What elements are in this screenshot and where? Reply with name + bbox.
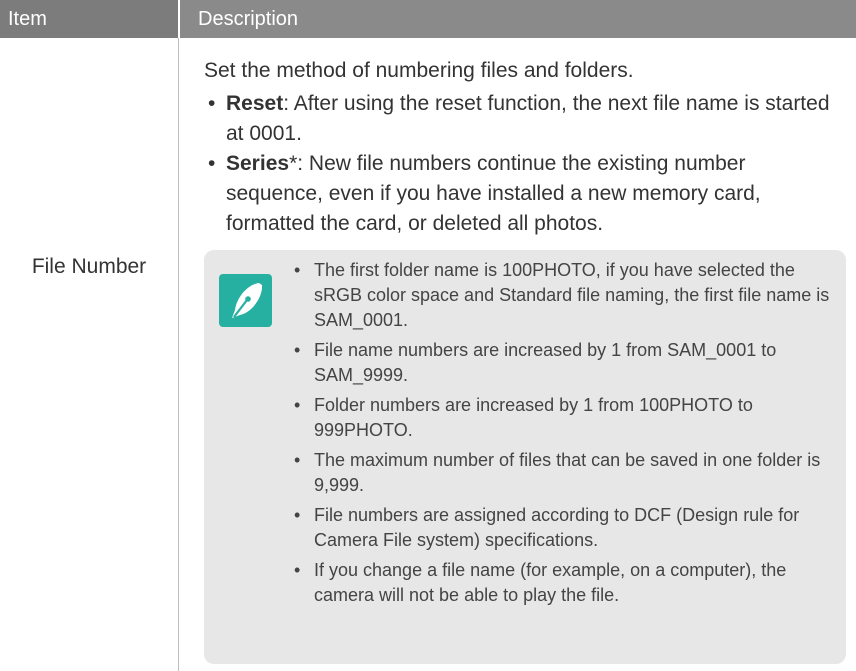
note-box: • The first folder name is 100PHOTO, if y… <box>204 250 846 664</box>
header-description: Description <box>180 0 856 38</box>
bullet-icon: • <box>208 152 216 175</box>
pen-nib-icon <box>219 274 272 327</box>
note-item: • Folder numbers are increased by 1 from … <box>294 395 753 440</box>
option-series: • Series*: New file numbers continue the… <box>204 149 844 239</box>
note-item: • The maximum number of files that can be… <box>294 450 821 495</box>
item-label: File Number <box>31 255 147 278</box>
option-text: *: New file numbers continue the existin… <box>226 152 761 235</box>
option-reset: • Reset: After using the reset function,… <box>204 89 844 149</box>
option-term: Series <box>226 152 290 175</box>
bullet-icon: • <box>294 560 301 580</box>
bullet-icon: • <box>208 92 216 115</box>
settings-table: Item Description File Number Set the met… <box>0 0 856 671</box>
description-cell: Set the method of numbering files and fo… <box>204 56 844 239</box>
table-header: Item Description <box>0 0 856 38</box>
description-intro: Set the method of numbering files and fo… <box>204 59 634 82</box>
column-divider <box>178 38 179 671</box>
header-item: Item <box>0 0 178 38</box>
bullet-icon: • <box>294 260 301 280</box>
bullet-icon: • <box>294 505 301 525</box>
option-list: • Reset: After using the reset function,… <box>204 89 844 239</box>
note-item: • The first folder name is 100PHOTO, if y… <box>294 260 830 330</box>
bullet-icon: • <box>294 450 301 470</box>
bullet-icon: • <box>294 395 301 415</box>
note-item: • File name numbers are increased by 1 fr… <box>294 340 777 385</box>
note-list: • The first folder name is 100PHOTO, if y… <box>290 258 830 613</box>
option-text: : After using the reset function, the ne… <box>226 92 830 145</box>
option-term: Reset <box>226 92 284 115</box>
bullet-icon: • <box>294 340 301 360</box>
note-item: • File numbers are assigned according to … <box>294 505 800 550</box>
note-item: • If you change a file name (for example,… <box>294 560 787 605</box>
